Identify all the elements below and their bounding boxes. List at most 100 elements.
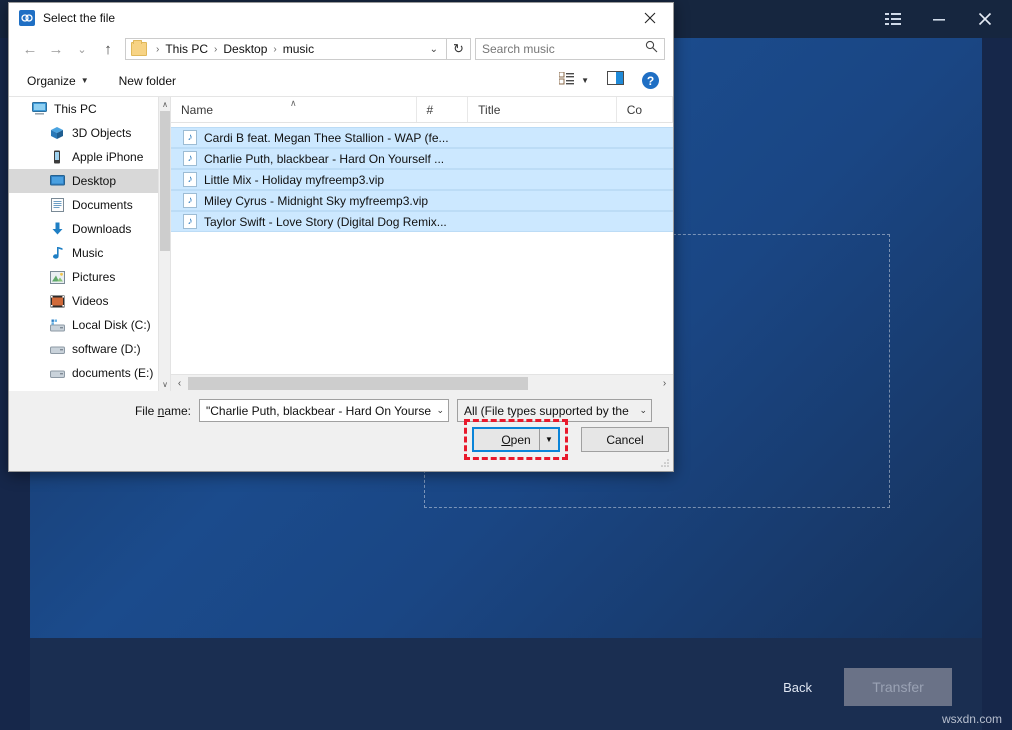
list-item[interactable]: ♪ Taylor Swift - Love Story (Digital Dog… [171, 211, 673, 232]
downloads-icon [49, 221, 65, 237]
sidebar-item-label: Local Disk (C:) [72, 318, 151, 332]
search-input[interactable]: Search music [475, 38, 665, 60]
back-button[interactable]: Back [771, 674, 824, 701]
sidebar-item-label: This PC [54, 102, 97, 116]
sidebar-item-this-pc[interactable]: This PC [9, 97, 170, 121]
app-window-controls [870, 0, 1008, 38]
file-list-header: ∧ Name # Title Co [171, 97, 673, 123]
sidebar-item-documents-e[interactable]: documents (E:) [9, 361, 170, 385]
dialog-close-button[interactable] [627, 3, 673, 33]
music-file-icon: ♪ [183, 172, 197, 187]
filetype-value: All (File types supported by the [464, 404, 634, 418]
transfer-button[interactable]: Transfer [844, 668, 952, 706]
sidebar-item-label: Apple iPhone [72, 150, 143, 164]
column-header-number[interactable]: # [417, 97, 469, 122]
up-nav-icon[interactable]: ↑ [95, 36, 121, 62]
scroll-down-icon[interactable]: ∨ [159, 377, 171, 391]
filename-label-pre: File [135, 404, 158, 418]
chevron-down-icon[interactable]: ⌄ [634, 405, 647, 416]
horizontal-scrollbar-track[interactable] [188, 375, 656, 392]
filename-label: File name: [9, 404, 199, 418]
new-folder-label: New folder [119, 74, 176, 88]
pc-icon [31, 101, 47, 117]
resize-grip-icon[interactable] [660, 458, 670, 468]
organize-label: Organize [27, 74, 76, 88]
chevron-down-icon[interactable]: ⌄ [424, 44, 444, 55]
sidebar-item-local-disk-c[interactable]: Local Disk (C:) [9, 313, 170, 337]
view-list-icon[interactable] [559, 72, 574, 90]
list-item[interactable]: ♪ Miley Cyrus - Midnight Sky myfreemp3.v… [171, 190, 673, 211]
sidebar-item-music[interactable]: Music [9, 241, 170, 265]
list-item-label: Little Mix - Holiday myfreemp3.vip [204, 173, 384, 187]
list-item[interactable]: ♪ Little Mix - Holiday myfreemp3.vip [171, 169, 673, 190]
sidebar-item-pictures[interactable]: Pictures [9, 265, 170, 289]
sidebar-item-label: Documents [72, 198, 133, 212]
breadcrumb-separator-1: › [209, 44, 222, 55]
column-header-name[interactable]: ∧ Name [171, 97, 417, 122]
desktop-icon [49, 173, 65, 189]
close-icon[interactable] [962, 0, 1008, 38]
open-button-wrapper: Open ▼ [472, 427, 560, 452]
sidebar-item-label: Videos [72, 294, 108, 308]
tree-scrollbar[interactable]: ∧ ∨ [158, 97, 170, 391]
refresh-icon[interactable]: ↻ [447, 38, 471, 60]
videos-icon [49, 293, 65, 309]
sidebar-item-desktop[interactable]: Desktop [9, 169, 170, 193]
forward-nav-icon[interactable]: → [43, 36, 69, 62]
folder-icon [131, 42, 147, 56]
open-split-dropdown[interactable]: ▼ [539, 429, 558, 450]
column-header-title[interactable]: Title [468, 97, 617, 122]
menu-icon[interactable] [870, 0, 916, 38]
chevron-down-icon[interactable]: ⌄ [431, 405, 444, 416]
sidebar-item-3d-objects[interactable]: 3D Objects [9, 121, 170, 145]
horizontal-scrollbar[interactable]: ‹ › [171, 374, 673, 391]
file-list-body: ♪ Cardi B feat. Megan Thee Stallion - WA… [171, 123, 673, 232]
scroll-right-icon[interactable]: › [656, 375, 673, 392]
chevron-down-icon[interactable]: ▼ [581, 76, 589, 85]
filename-input[interactable]: "Charlie Puth, blackbear - Hard On Yours… [199, 399, 449, 422]
sidebar-item-label: Music [72, 246, 103, 260]
dialog-titlebar: Select the file [9, 3, 673, 33]
breadcrumb-music[interactable]: music [282, 42, 315, 56]
dialog-main: This PC 3D Objects [9, 97, 673, 391]
sort-ascending-icon: ∧ [290, 98, 297, 109]
sidebar-item-videos[interactable]: Videos [9, 289, 170, 313]
view-mode-control[interactable]: ▼ [559, 72, 589, 90]
chevron-down-icon: ▼ [81, 76, 89, 85]
search-placeholder: Search music [482, 42, 645, 56]
3d-objects-icon [49, 125, 65, 141]
preview-pane-icon[interactable] [607, 71, 624, 90]
search-icon [645, 40, 658, 58]
drive-icon [49, 365, 65, 381]
recent-locations-icon[interactable]: ⌄ [69, 36, 95, 62]
column-header-label: Co [627, 103, 642, 117]
column-header-contributing-artists[interactable]: Co [617, 97, 673, 122]
cancel-button[interactable]: Cancel [581, 427, 669, 452]
scroll-up-icon[interactable]: ∧ [159, 97, 171, 111]
organize-button[interactable]: Organize ▼ [19, 70, 97, 92]
help-icon[interactable]: ? [642, 72, 659, 89]
address-bar[interactable]: › This PC › Desktop › music ⌄ [125, 38, 447, 60]
list-item[interactable]: ♪ Cardi B feat. Megan Thee Stallion - WA… [171, 127, 673, 148]
sidebar-item-documents[interactable]: Documents [9, 193, 170, 217]
breadcrumb-this-pc[interactable]: This PC [164, 42, 209, 56]
tree-scrollbar-thumb[interactable] [160, 111, 170, 251]
sidebar-item-downloads[interactable]: Downloads [9, 217, 170, 241]
dialog-command-bar: Organize ▼ New folder ▼ [9, 65, 673, 97]
open-button[interactable]: Open ▼ [472, 427, 560, 452]
dialog-buttons-row: Open ▼ Cancel [9, 427, 673, 452]
list-item-label: Charlie Puth, blackbear - Hard On Yourse… [204, 152, 444, 166]
list-item[interactable]: ♪ Charlie Puth, blackbear - Hard On Your… [171, 148, 673, 169]
minimize-icon[interactable] [916, 0, 962, 38]
new-folder-button[interactable]: New folder [111, 70, 184, 92]
open-label-post: pen [511, 433, 531, 447]
sidebar-item-software-d[interactable]: software (D:) [9, 337, 170, 361]
open-label: Open [501, 433, 530, 447]
breadcrumb-desktop[interactable]: Desktop [222, 42, 268, 56]
sidebar-item-apple-iphone[interactable]: Apple iPhone [9, 145, 170, 169]
scroll-left-icon[interactable]: ‹ [171, 375, 188, 392]
phone-icon [49, 149, 65, 165]
back-nav-icon[interactable]: ← [17, 36, 43, 62]
music-file-icon: ♪ [183, 193, 197, 208]
horizontal-scrollbar-thumb[interactable] [188, 377, 528, 390]
